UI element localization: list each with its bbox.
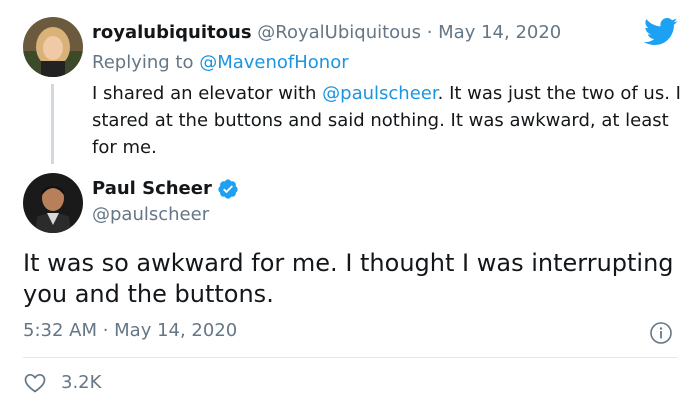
replying-to-line: Replying to @MavenofHonor <box>92 50 349 76</box>
verified-badge-icon <box>218 179 238 199</box>
reply-display-name[interactable]: royalubiquitous <box>92 22 252 43</box>
reply-header: royalubiquitous @RoyalUbiquitous · May 1… <box>92 20 561 46</box>
replying-prefix: Replying to <box>92 52 194 73</box>
main-handle[interactable]: @paulscheer <box>92 202 209 228</box>
like-action[interactable]: 3.2K <box>23 370 101 396</box>
main-avatar[interactable] <box>23 173 83 233</box>
main-display-name[interactable]: Paul Scheer <box>92 176 212 202</box>
reply-text-part-1: I shared an elevator with <box>92 83 323 104</box>
heart-icon[interactable] <box>23 371 47 395</box>
main-tweet-text: It was so awkward for me. I thought I wa… <box>23 249 674 308</box>
reply-separator: · <box>426 22 433 43</box>
reply-handle[interactable]: @RoyalUbiquitous <box>257 22 421 43</box>
main-timestamp[interactable]: 5:32 AM · May 14, 2020 <box>23 318 237 344</box>
reply-tweet-text: I shared an elevator with @paulscheer. I… <box>92 80 682 161</box>
mention-link[interactable]: @paulscheer <box>322 83 437 104</box>
info-icon[interactable] <box>649 321 673 345</box>
divider <box>23 357 677 358</box>
reply-avatar[interactable] <box>23 17 83 77</box>
thread-connector-line <box>51 84 54 164</box>
replying-to-link[interactable]: @MavenofHonor <box>199 52 348 73</box>
like-count: 3.2K <box>61 372 102 393</box>
reply-date[interactable]: May 14, 2020 <box>438 22 561 43</box>
twitter-bird-icon[interactable] <box>644 17 678 47</box>
main-name-row: Paul Scheer <box>92 176 239 202</box>
